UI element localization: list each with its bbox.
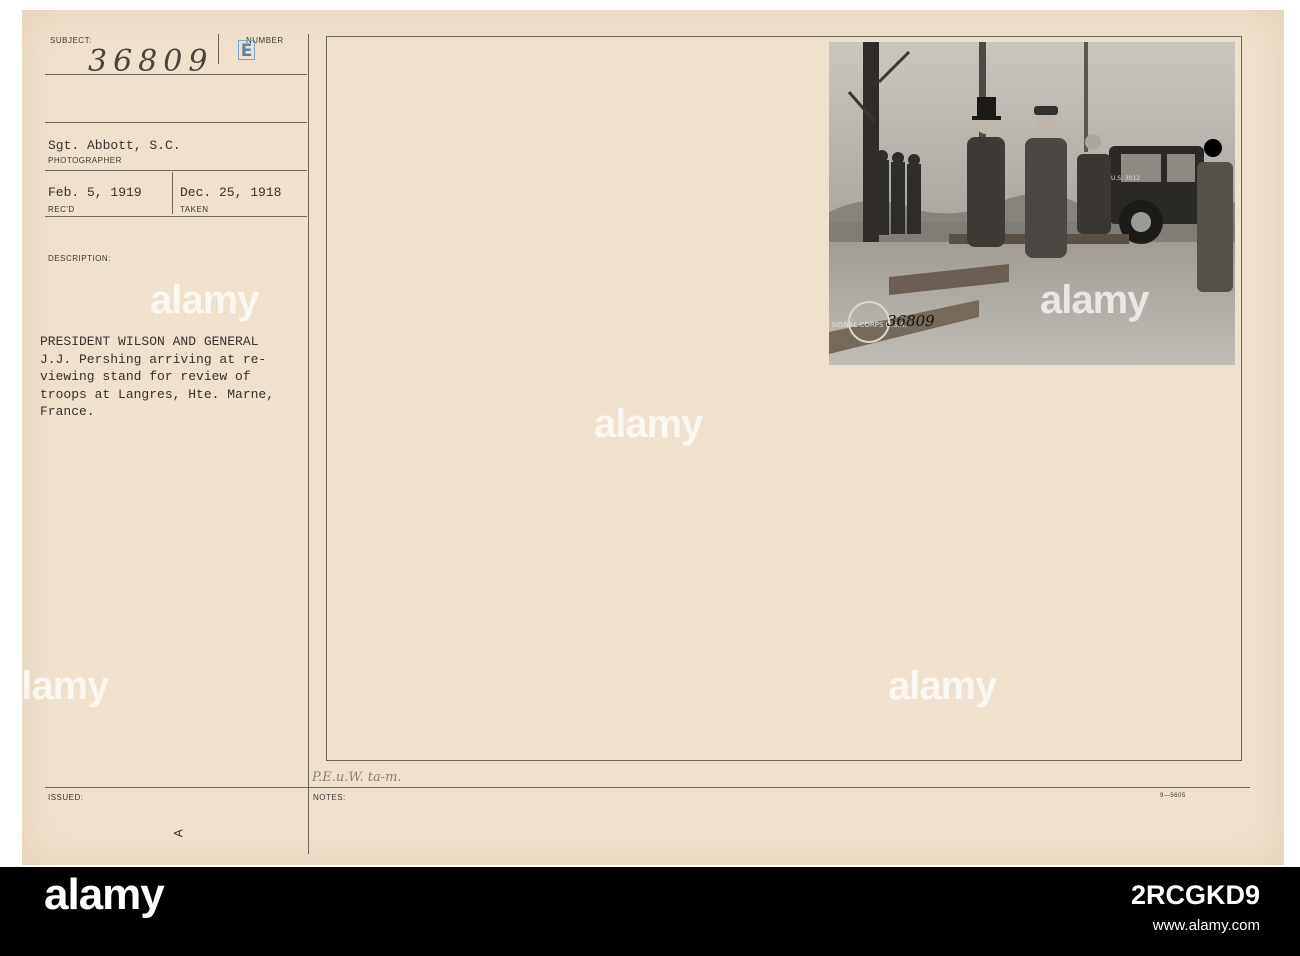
form-number: 9—5605: [1160, 793, 1186, 799]
footer-url[interactable]: www.alamy.com: [1131, 917, 1260, 934]
description-label: DESCRIPTION:: [48, 254, 111, 263]
taken-label: TAKEN: [180, 205, 209, 214]
footer-bar: [0, 867, 1300, 956]
footer-image-info: 2RCGKD9 www.alamy.com: [1131, 880, 1260, 934]
received-value: Feb. 5, 1919: [48, 185, 142, 200]
figure-wilson: [967, 97, 1005, 247]
rule-photographer: [45, 170, 307, 171]
photographer-label: PHOTOGRAPHER: [48, 156, 122, 165]
photo-scene: SIGNAL CORPS U.S.A. 36809 U.S. 3012: [829, 42, 1235, 365]
taken-value: Dec. 25, 1918: [180, 185, 282, 200]
watermark-3: alamy: [594, 402, 703, 446]
vehicle-plate: U.S. 3012: [1111, 175, 1140, 182]
notes-handwriting: P.E.u.W. ta-m.: [312, 770, 402, 785]
received-label: REC'D: [48, 205, 75, 214]
image-id: 2RCGKD9: [1130, 880, 1260, 910]
margin-mark: A: [171, 828, 186, 838]
rule-notes: [45, 787, 1250, 788]
watermark-4: alamy: [0, 664, 109, 708]
subject-number: 36809: [88, 44, 214, 79]
rule-dates-divider: [172, 172, 173, 214]
subject-label: SUBJECT:: [50, 36, 92, 45]
negative-number: 36809: [887, 312, 935, 330]
issued-label: ISSUED:: [48, 793, 84, 802]
photographer-value: Sgt. Abbott, S.C.: [48, 138, 181, 153]
archival-photo: SIGNAL CORPS U.S.A. 36809 U.S. 3012: [829, 42, 1235, 365]
notes-label: NOTES:: [313, 793, 346, 802]
rule-left-column: [308, 34, 309, 854]
watermark-2: alamy: [1040, 278, 1149, 322]
number-stamp: E: [238, 40, 255, 61]
rule-photographer-top: [45, 122, 307, 123]
rule-dates: [45, 216, 307, 217]
footer-logo[interactable]: alamy: [44, 870, 165, 920]
rule-divider-number: [218, 34, 219, 64]
watermark-1: alamy: [150, 278, 259, 322]
description-text: PRESIDENT WILSON AND GENERAL J.J. Pershi…: [40, 334, 275, 419]
watermark-5: alamy: [888, 664, 997, 708]
